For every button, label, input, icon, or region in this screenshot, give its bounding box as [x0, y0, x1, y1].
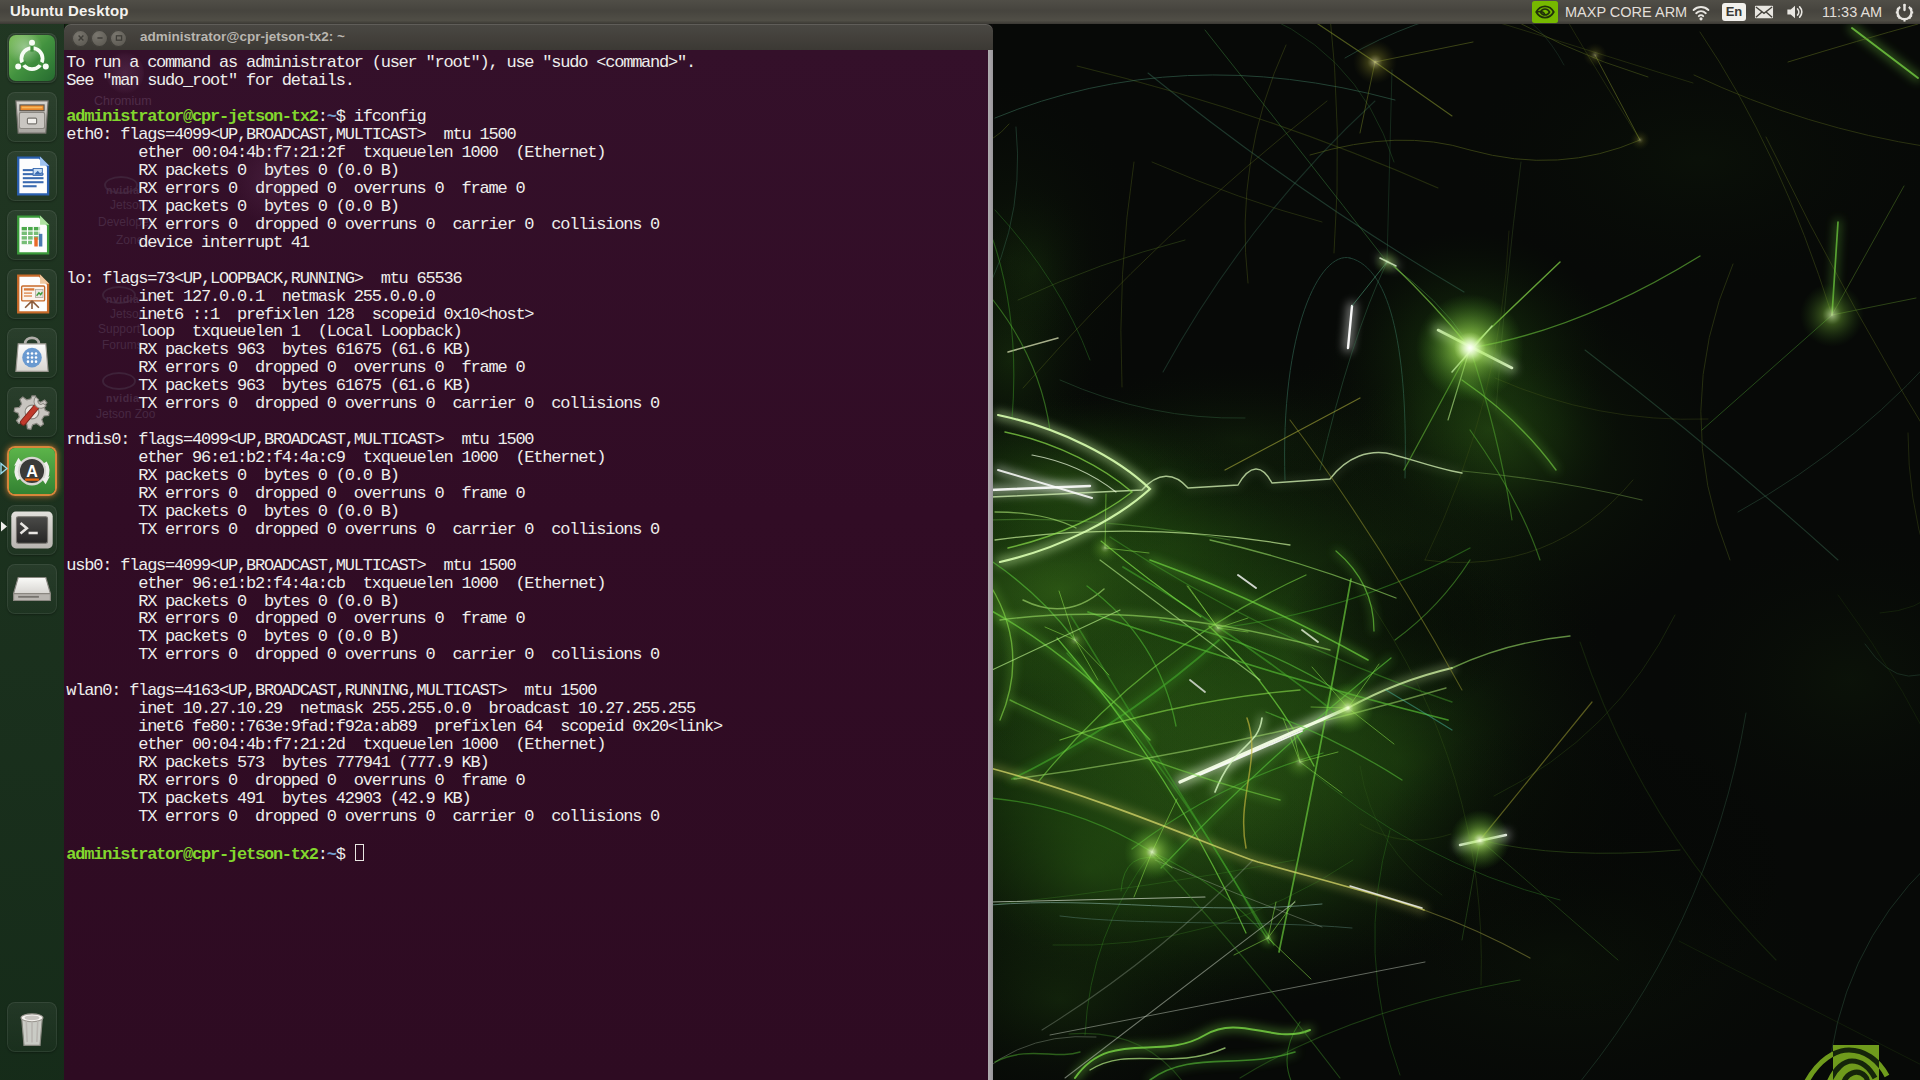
svg-text:A: A: [26, 462, 38, 480]
